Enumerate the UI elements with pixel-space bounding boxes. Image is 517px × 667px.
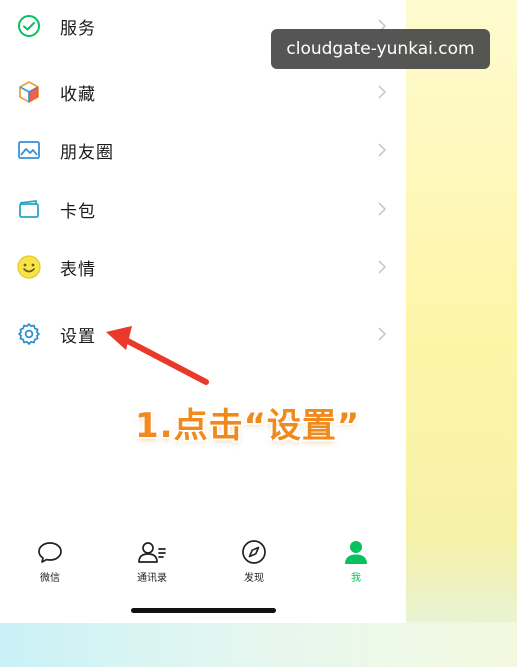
chevron-right-icon	[376, 258, 388, 276]
home-indicator[interactable]	[131, 608, 276, 613]
menu-item-stickers[interactable]: 表情	[0, 238, 406, 296]
annotation-text: 1.点击“设置”	[135, 406, 361, 446]
settings-gear-icon	[16, 321, 42, 347]
menu-item-label: 服务	[60, 18, 96, 39]
chat-bubble-icon	[35, 538, 65, 566]
menu-item-card-wallet[interactable]: 卡包	[0, 180, 406, 238]
tab-label: 发现	[244, 573, 264, 584]
compass-icon	[239, 538, 269, 566]
bottom-tab-bar: 微信 通讯录 发现 我	[0, 532, 406, 592]
chevron-right-icon	[376, 83, 388, 101]
chevron-right-icon	[376, 200, 388, 218]
services-icon	[16, 13, 42, 39]
chevron-right-icon	[376, 141, 388, 159]
tab-label: 我	[351, 573, 361, 584]
red-arrow-annotation	[106, 326, 209, 385]
tab-chats[interactable]: 微信	[15, 532, 85, 592]
contacts-icon	[137, 538, 167, 566]
tab-discover[interactable]: 发现	[219, 532, 289, 592]
menu-item-label: 朋友圈	[60, 142, 114, 163]
tab-label: 微信	[40, 573, 60, 584]
moments-photo-icon	[16, 137, 42, 163]
phone-screen: 服务 收藏 朋友圈 卡包 表情 设置 微信 通讯录 发现 我	[0, 0, 406, 623]
sticker-smiley-icon	[16, 254, 42, 280]
backdrop-bottom	[0, 622, 517, 667]
tab-me[interactable]: 我	[321, 532, 391, 592]
menu-item-label: 表情	[60, 259, 96, 280]
backdrop-right	[405, 0, 517, 667]
menu-item-label: 设置	[60, 326, 96, 347]
menu-item-moments[interactable]: 朋友圈	[0, 121, 406, 179]
menu-item-favorites[interactable]: 收藏	[0, 63, 406, 121]
tab-label: 通讯录	[137, 573, 167, 584]
watermark-label: cloudgate-yunkai.com	[271, 29, 490, 69]
menu-item-label: 收藏	[60, 84, 96, 105]
chevron-right-icon	[376, 325, 388, 343]
card-wallet-icon	[16, 196, 42, 222]
menu-item-label: 卡包	[60, 201, 96, 222]
me-person-icon	[341, 538, 371, 566]
tab-contacts[interactable]: 通讯录	[117, 532, 187, 592]
favorites-cube-icon	[16, 79, 42, 105]
